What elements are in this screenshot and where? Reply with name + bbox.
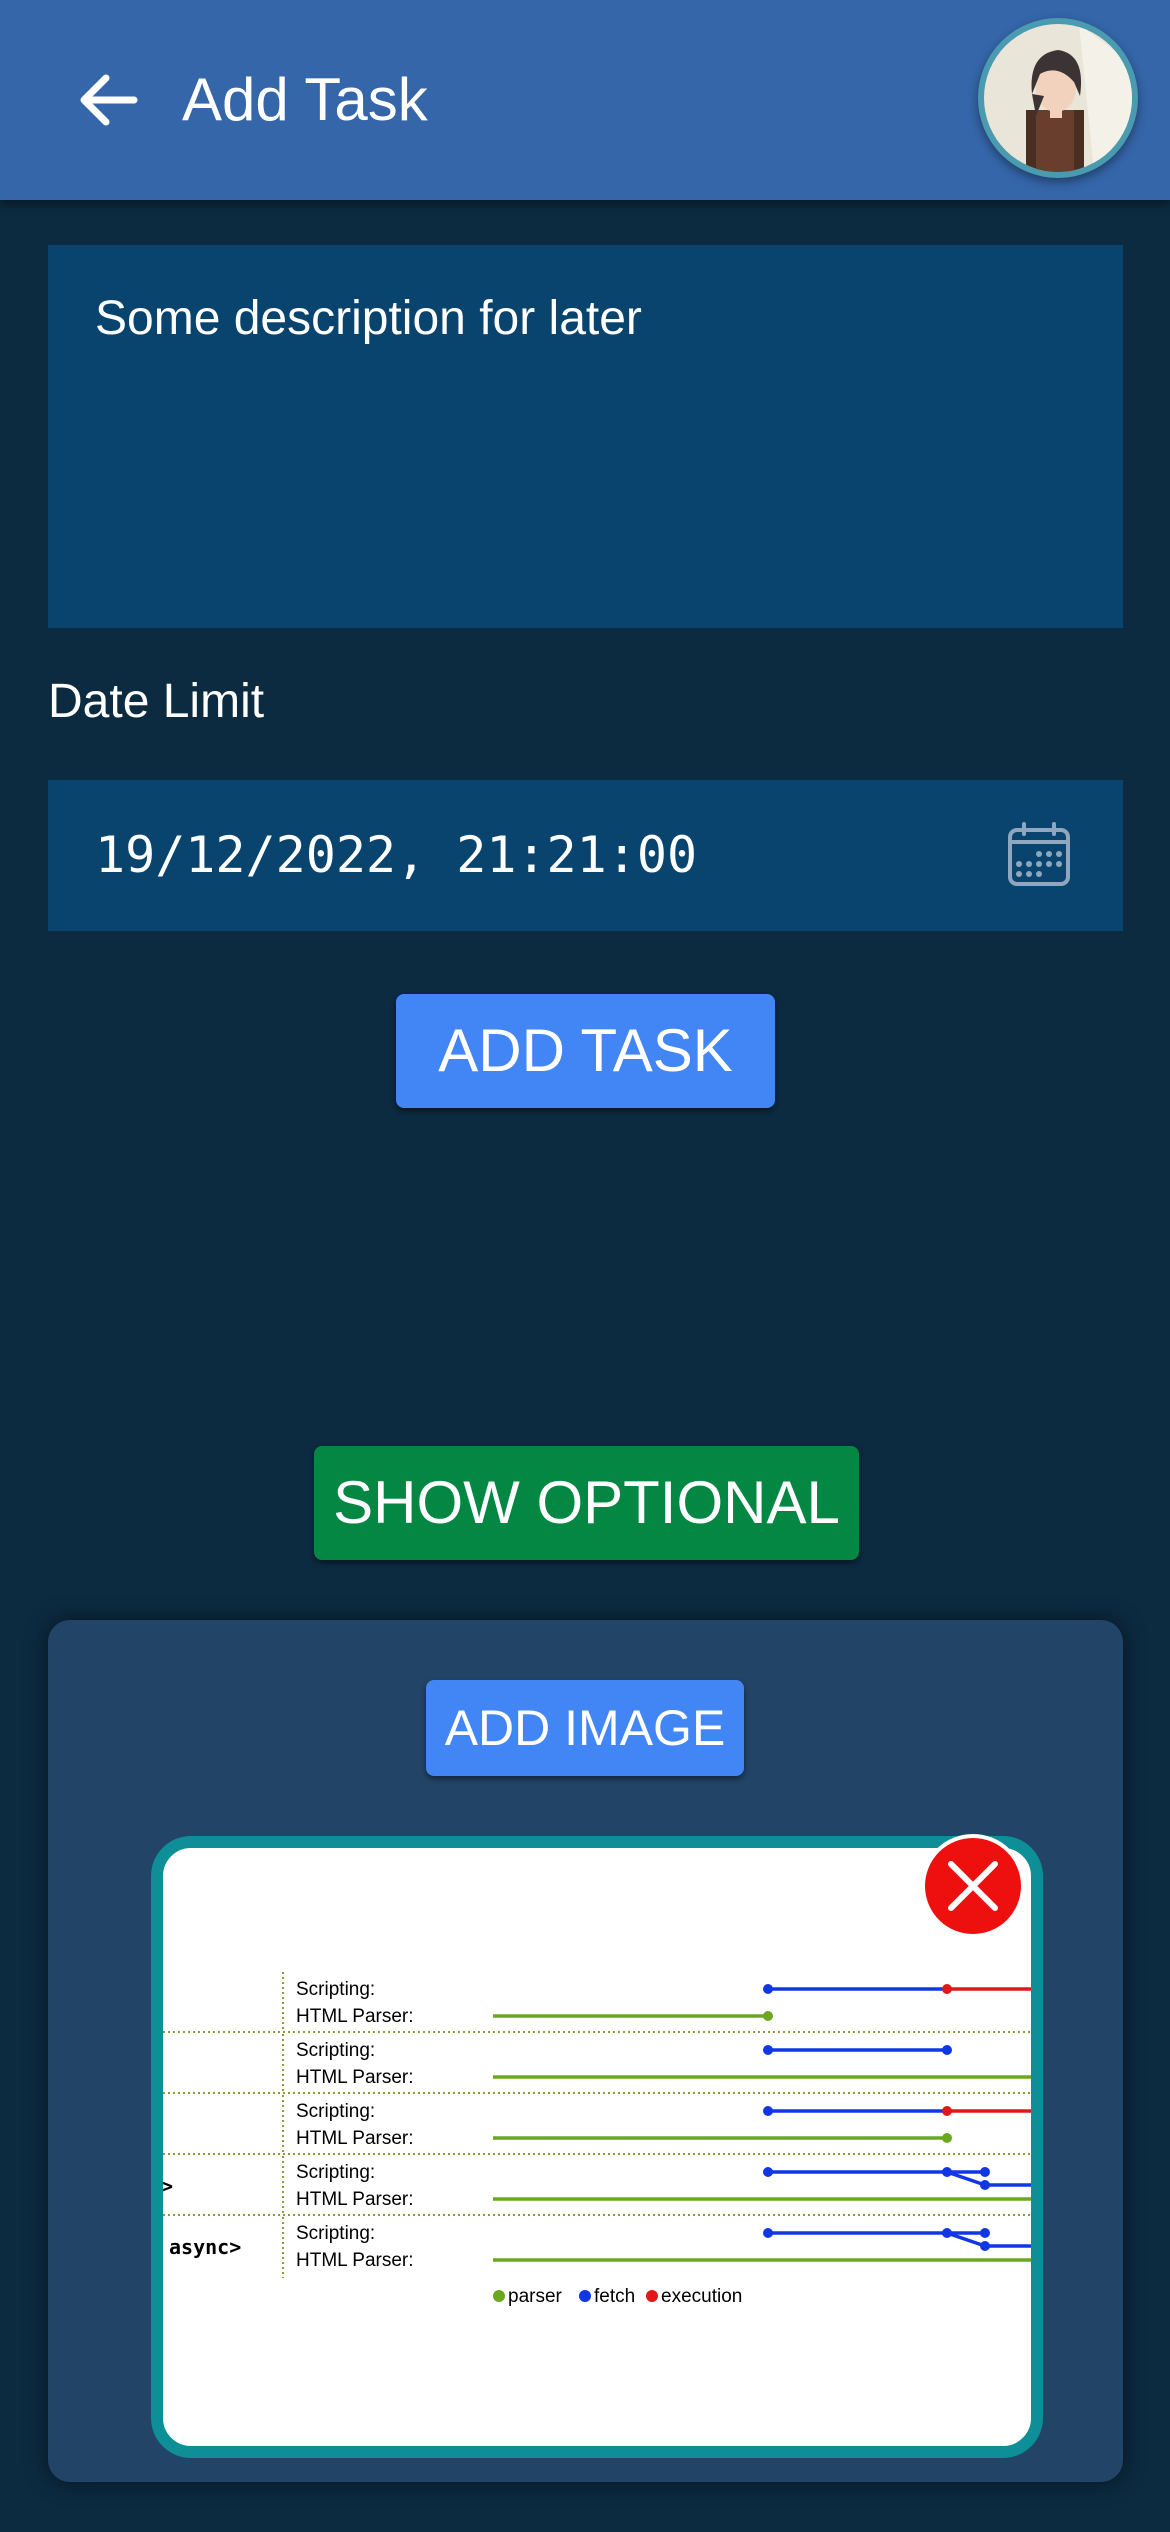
back-button[interactable]: [70, 60, 150, 140]
image-scripting-label: Scripting:: [296, 1979, 375, 2000]
avatar[interactable]: [978, 18, 1138, 178]
image-parser-label: HTML Parser:: [296, 2250, 414, 2271]
image-scripting-label: Scripting:: [296, 2223, 375, 2244]
remove-image-button[interactable]: [921, 1834, 1025, 1938]
date-limit-input[interactable]: 19/12/2022, 21:21:00: [48, 780, 1123, 931]
attached-image: > async> Scripting: HTML Parser: Scripti…: [151, 1836, 1043, 2458]
close-icon: [948, 1861, 998, 1911]
add-task-button[interactable]: ADD TASK: [396, 994, 775, 1108]
date-value: 19/12/2022, 21:21:00: [95, 826, 698, 884]
image-parser-label: HTML Parser:: [296, 2189, 414, 2210]
image-parser-label: HTML Parser:: [296, 2128, 414, 2149]
app-bar: Add Task: [0, 0, 1170, 200]
image-scripting-label: Scripting:: [296, 2162, 375, 2183]
description-textarea[interactable]: Some description for later: [48, 245, 1123, 628]
image-parser-label: HTML Parser:: [296, 2006, 414, 2027]
user-portrait-icon: [984, 24, 1132, 172]
image-scripting-label: Scripting:: [296, 2040, 375, 2061]
legend-execution: execution: [661, 2286, 742, 2307]
date-limit-label: Date Limit: [48, 675, 265, 728]
image-row-label: >: [163, 2174, 173, 2198]
page-title: Add Task: [182, 66, 428, 133]
calendar-icon[interactable]: [1006, 822, 1072, 888]
image-scripting-label: Scripting:: [296, 2101, 375, 2122]
legend-fetch: fetch: [594, 2286, 635, 2307]
legend-parser: parser: [508, 2286, 563, 2307]
add-image-button[interactable]: ADD IMAGE: [426, 1680, 744, 1776]
image-row-label: async>: [169, 2235, 241, 2259]
image-parser-label: HTML Parser:: [296, 2067, 414, 2088]
arrow-left-icon: [80, 74, 138, 126]
show-optional-button[interactable]: SHOW OPTIONAL: [314, 1446, 859, 1560]
optional-panel: ADD IMAGE > async> Scripting: HTML Parse…: [48, 1620, 1123, 2482]
